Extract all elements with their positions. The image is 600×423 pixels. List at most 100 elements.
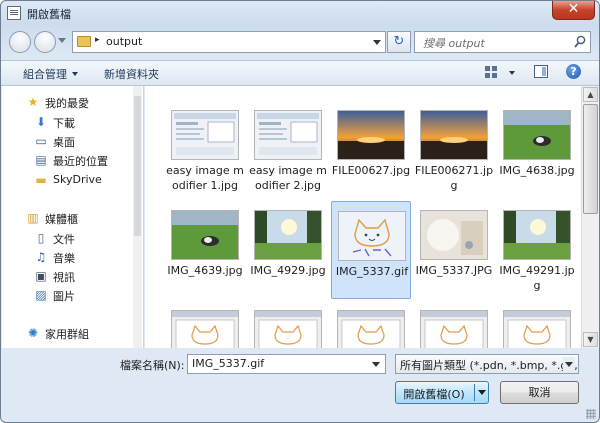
file-thumbnail	[503, 310, 571, 348]
file-item[interactable]: easy image modifier 2.jpg	[248, 101, 328, 199]
help-glyph: ?	[570, 65, 577, 78]
chevron-down-icon[interactable]	[563, 357, 575, 371]
file-item[interactable]	[331, 301, 411, 348]
dialog-app-icon	[7, 6, 21, 20]
file-thumbnail	[503, 210, 571, 260]
file-name: IMG_49291.jpg	[499, 264, 575, 292]
resize-grip[interactable]	[586, 409, 596, 419]
file-thumbnail	[171, 110, 239, 160]
refresh-button[interactable]: ↻	[387, 31, 411, 53]
file-item[interactable]: IMG_4638.jpg	[497, 101, 577, 199]
views-dropdown-button[interactable]	[509, 71, 515, 75]
breadcrumb-output[interactable]: output	[106, 35, 142, 48]
filename-field[interactable]: IMG_5337.gif	[187, 354, 386, 374]
file-thumbnail	[420, 310, 488, 348]
file-thumbnail	[420, 110, 488, 160]
forward-button[interactable]	[34, 31, 56, 53]
folder-icon	[77, 36, 91, 47]
file-name: FILE006271.jpg	[414, 164, 494, 192]
sidebar-item-label: 視訊	[53, 271, 75, 284]
chevron-down-icon	[72, 72, 78, 76]
file-item[interactable]	[497, 301, 577, 348]
sidebar-item-label: 文件	[53, 233, 75, 246]
close-button[interactable]: ✕	[552, 1, 595, 20]
file-thumbnail	[338, 211, 406, 261]
views-icon[interactable]	[485, 66, 497, 78]
filename-label: 檔案名稱(N):	[120, 359, 185, 372]
file-item[interactable]: FILE00627.jpg	[331, 101, 411, 199]
file-thumbnail	[337, 110, 405, 160]
video-icon: ▣	[35, 269, 47, 283]
file-name: FILE00627.jpg	[331, 164, 411, 177]
sidebar-item-label: 桌面	[53, 136, 75, 149]
new-folder-button[interactable]: 新增資料夾	[104, 66, 159, 82]
open-button-label: 開啟舊檔(O)	[403, 388, 465, 401]
file-item-selected[interactable]: IMG_5337.gif	[331, 201, 411, 299]
file-name: IMG_4929.jpg	[250, 264, 326, 277]
file-name: easy image modifier 1.jpg	[166, 164, 244, 192]
back-button[interactable]	[9, 31, 31, 53]
organize-menu-button[interactable]: 組合管理	[23, 66, 78, 82]
search-placeholder: 搜尋 output	[423, 37, 485, 50]
cancel-button[interactable]: 取消	[500, 381, 579, 404]
sidebar-item-label: 下載	[53, 117, 75, 130]
open-options-dropdown[interactable]	[478, 390, 486, 395]
file-thumbnail	[171, 310, 239, 348]
preview-pane-icon[interactable]	[534, 65, 548, 78]
music-icon: ♫	[35, 250, 47, 264]
navigation-scrollbar-thumb[interactable]	[134, 96, 141, 236]
file-list: easy image modifier 1.jpg easy image modi…	[145, 86, 581, 348]
scroll-up-button[interactable]: ▲	[583, 87, 598, 102]
file-item[interactable]: easy image modifier 1.jpg	[165, 101, 245, 199]
title-bar[interactable]: 開啟舊檔 ✕	[1, 1, 599, 25]
file-type-value: 所有圖片類型 (*.pdn, *.bmp, *.gif, *.ico, *.jp…	[400, 359, 578, 372]
downloads-icon: ⬇	[35, 115, 47, 129]
recent-places-icon: ▤	[35, 153, 47, 167]
scroll-down-icon: ▼	[587, 335, 594, 344]
file-thumbnail	[337, 310, 405, 348]
file-item[interactable]	[165, 301, 245, 348]
help-icon[interactable]: ?	[566, 64, 581, 79]
file-item[interactable]: IMG_49291.jpg	[497, 201, 577, 299]
recent-pages-dropdown[interactable]	[58, 38, 66, 43]
folder-icon: ▬	[35, 173, 47, 187]
file-list-scrollbar[interactable]: ▲ ▼	[581, 86, 599, 348]
search-icon[interactable]	[574, 35, 586, 49]
file-thumbnail	[503, 110, 571, 160]
file-thumbnail	[254, 310, 322, 348]
file-item[interactable]	[248, 301, 328, 348]
file-name: IMG_5337.JPG	[415, 264, 493, 277]
file-item[interactable]: IMG_4929.jpg	[248, 201, 328, 299]
open-file-dialog: 開啟舊檔 ✕ ▸ output ↻ 搜尋 output 組合管理 新增資料夾 ?…	[0, 0, 600, 423]
file-name: IMG_4638.jpg	[499, 164, 575, 177]
homegroup-icon: ✺	[27, 326, 39, 340]
filename-dropdown-button[interactable]	[372, 362, 380, 367]
file-item[interactable]: FILE006271.jpg	[414, 101, 494, 199]
address-dropdown-button[interactable]	[373, 40, 381, 45]
scroll-down-button[interactable]: ▼	[583, 332, 598, 347]
file-type-select[interactable]: 所有圖片類型 (*.pdn, *.bmp, *.gif, *.ico, *.jp…	[395, 354, 579, 374]
file-name: easy image modifier 2.jpg	[249, 164, 327, 192]
navigation-pane: ★ 我的最愛 ⬇ 下載 ▭ 桌面 ▤ 最近的位置 ▬ SkyDrive ▥ 媒體櫃 ▯ 文件 ♫ 音樂 ▣ 視訊 ▨…	[2, 86, 144, 348]
file-item[interactable]	[414, 301, 494, 348]
file-thumbnail	[254, 210, 322, 260]
address-bar[interactable]: ▸ output	[72, 31, 386, 53]
search-box[interactable]: 搜尋 output	[414, 31, 591, 53]
file-item[interactable]: IMG_4639.jpg	[165, 201, 245, 299]
desktop-icon: ▭	[35, 134, 47, 148]
filename-value[interactable]: IMG_5337.gif	[192, 357, 264, 370]
file-thumbnail	[171, 210, 239, 260]
file-item[interactable]: IMG_5337.JPG	[414, 201, 494, 299]
pictures-icon: ▨	[35, 288, 47, 302]
file-name: IMG_5337.gif	[335, 265, 409, 278]
breadcrumb-arrow-icon[interactable]: ▸	[95, 35, 100, 45]
scroll-thumb[interactable]	[583, 104, 598, 214]
command-bar: 組合管理 新增資料夾 ?	[1, 60, 599, 86]
address-row: ▸ output ↻ 搜尋 output	[1, 27, 599, 57]
documents-icon: ▯	[37, 231, 45, 245]
sidebar-item-label: 圖片	[53, 290, 75, 303]
navigation-scrollbar[interactable]	[133, 86, 142, 348]
window-title: 開啟舊檔	[27, 8, 71, 21]
open-button[interactable]: 開啟舊檔(O)	[395, 381, 489, 404]
sidebar-item-label: 我的最愛	[45, 97, 89, 110]
